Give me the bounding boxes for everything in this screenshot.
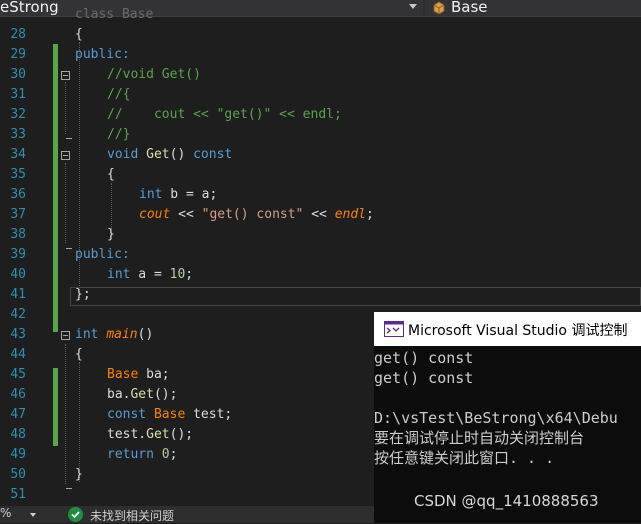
console-line: get() const — [374, 369, 474, 387]
console-line: get() const — [374, 349, 474, 367]
code-line-27: class Base — [75, 7, 154, 22]
line-number: 29 — [10, 47, 26, 62]
console-line: 按任意键关闭此窗口. . . — [374, 449, 555, 467]
line-number: 28 — [10, 27, 26, 42]
line-number: 45 — [10, 367, 26, 382]
code-line-39: public: — [75, 247, 130, 262]
code-line-45: Base ba; — [107, 367, 170, 382]
line-number: 36 — [10, 187, 26, 202]
code-line-49: return 0; — [107, 447, 178, 462]
outline-guide — [65, 344, 66, 484]
outline-end-mark — [66, 138, 72, 139]
visual-studio-console-icon — [384, 321, 404, 337]
line-number: 38 — [10, 227, 26, 242]
code-line-30: //void Get() — [107, 67, 201, 82]
code-line-40: int a = 10; — [107, 267, 194, 282]
code-line-37: cout << "get() const" << endl; — [139, 207, 374, 222]
scope-dropdown[interactable]: Base — [425, 0, 641, 16]
line-number: 33 — [10, 127, 26, 142]
code-line-34: void Get() const — [107, 147, 233, 162]
line-number: 51 — [10, 487, 26, 502]
line-number: 39 — [10, 247, 26, 262]
code-line-44: { — [75, 347, 83, 362]
line-number: 50 — [10, 467, 26, 482]
collapse-icon[interactable] — [61, 151, 70, 160]
code-line-46: ba.Get(); — [107, 387, 178, 402]
console-line: 要在调试停止时自动关闭控制台 — [374, 429, 585, 447]
change-marker — [53, 44, 58, 332]
line-number: 48 — [10, 427, 26, 442]
code-line-41: }; — [75, 287, 91, 302]
line-number: 47 — [10, 407, 26, 422]
scope-label: Base — [451, 0, 488, 16]
outline-end-mark — [66, 488, 72, 489]
project-label: eStrong — [0, 0, 59, 16]
line-number: 35 — [10, 167, 26, 182]
code-line-50: } — [75, 467, 83, 482]
code-line-28: { — [75, 27, 83, 42]
chevron-down-icon[interactable] — [30, 513, 36, 517]
line-number: 46 — [10, 387, 26, 402]
line-number: 49 — [10, 447, 26, 462]
code-line-29: public: — [75, 47, 130, 62]
line-number: 34 — [10, 147, 26, 162]
code-line-48: test.Get(); — [107, 427, 194, 442]
line-number: 31 — [10, 87, 26, 102]
outline-guide — [65, 82, 66, 134]
code-line-43: int main() — [75, 327, 154, 342]
outline-end-mark — [66, 248, 72, 249]
debug-console-window[interactable]: Microsoft Visual Studio 调试控制 get() const… — [374, 312, 641, 523]
line-number: 43 — [10, 327, 26, 342]
current-line-highlight — [70, 287, 641, 306]
project-dropdown[interactable]: eStrong — [0, 0, 423, 16]
console-output: get() const get() const D:\vsTest\BeStro… — [374, 348, 641, 523]
line-number: 41 — [10, 287, 26, 302]
indent-guide — [79, 362, 80, 482]
code-line-36: int b = a; — [139, 187, 218, 202]
code-line-38: } — [107, 227, 115, 242]
console-line: D:\vsTest\BeStrong\x64\Debu — [374, 409, 618, 427]
collapse-icon[interactable] — [61, 331, 70, 340]
console-title: Microsoft Visual Studio 调试控制 — [408, 323, 628, 339]
change-marker — [53, 368, 58, 446]
issues-status[interactable]: 未找到相关问题 — [90, 507, 174, 524]
code-line-47: const Base test; — [107, 407, 233, 422]
line-number: 30 — [10, 67, 26, 82]
line-number: 44 — [10, 347, 26, 362]
watermark: CSDN @qq_1410888563 — [414, 492, 599, 510]
chevron-down-icon[interactable] — [409, 4, 417, 9]
line-number: 37 — [10, 207, 26, 222]
code-line-32: // cout << "get()" << endl; — [107, 107, 342, 122]
line-number: 42 — [10, 307, 26, 322]
collapse-icon[interactable] — [61, 71, 70, 80]
zoom-level[interactable]: % — [0, 506, 11, 520]
code-line-35: { — [107, 167, 115, 182]
line-number: 40 — [10, 267, 26, 282]
console-title-bar[interactable]: Microsoft Visual Studio 调试控制 — [374, 312, 641, 346]
check-circle-icon — [68, 507, 83, 522]
code-line-33: //} — [107, 127, 131, 142]
class-icon — [433, 1, 445, 15]
outline-guide — [65, 163, 66, 243]
line-number: 32 — [10, 107, 26, 122]
code-line-31: //{ — [107, 87, 131, 102]
